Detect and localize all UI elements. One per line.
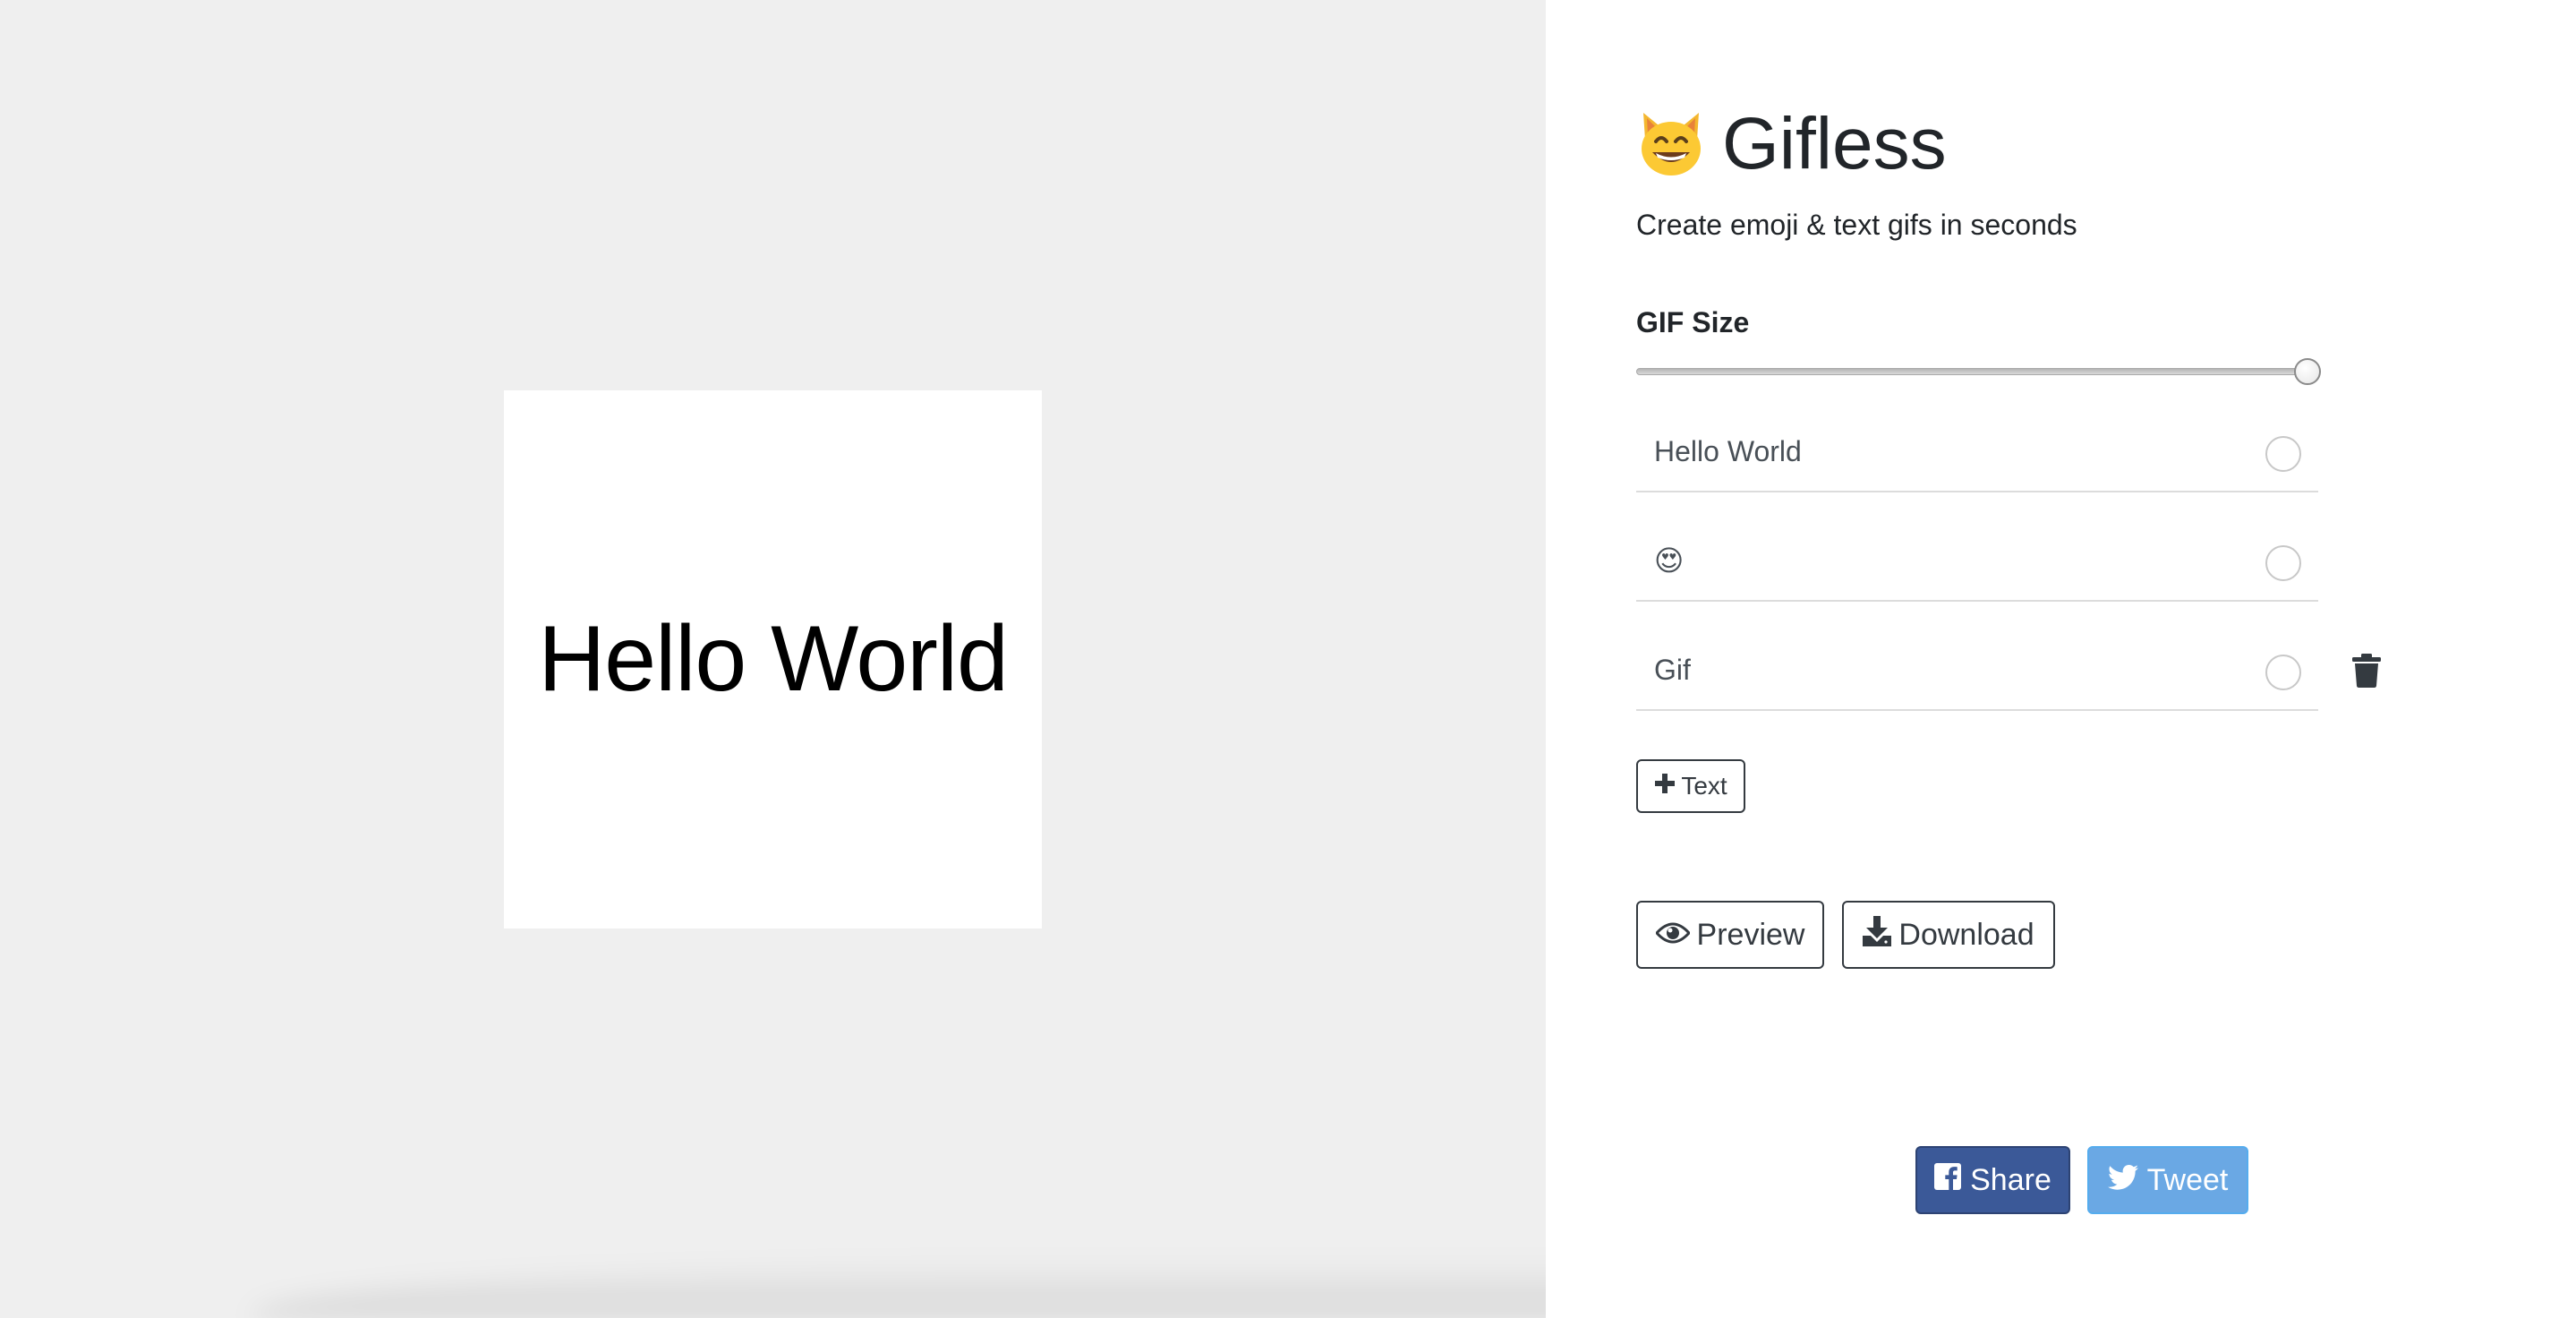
grinning-cat-icon: [1636, 109, 1706, 179]
layer-item[interactable]: 😍: [1636, 521, 2318, 602]
download-label: Download: [1898, 917, 2034, 952]
app-title-text: Gifless: [1722, 103, 1947, 184]
share-label: Share: [1970, 1162, 2051, 1197]
slider-track[interactable]: [1636, 368, 2321, 375]
layer-text[interactable]: Gif: [1654, 630, 1691, 709]
preview-label: Preview: [1696, 917, 1805, 952]
twitter-icon: [2107, 1163, 2138, 1198]
layer-item[interactable]: Gif: [1636, 630, 2318, 711]
tweet-label: Tweet: [2146, 1162, 2229, 1197]
plus-icon: [1654, 772, 1676, 800]
facebook-share-button[interactable]: Share: [1915, 1146, 2070, 1214]
download-button[interactable]: Download: [1842, 901, 2055, 969]
add-text-button[interactable]: Text: [1636, 759, 1745, 813]
app-subtitle: Create emoji & text gifs in seconds: [1636, 209, 2077, 241]
download-icon: [1863, 915, 1892, 954]
layer-item[interactable]: Hello World: [1636, 412, 2318, 492]
trash-icon[interactable]: [2352, 654, 2381, 688]
add-text-label: Text: [1681, 772, 1727, 800]
layer-select-radio[interactable]: [2265, 545, 2301, 581]
slider-thumb[interactable]: [2294, 358, 2321, 385]
layer-select-radio[interactable]: [2265, 655, 2301, 690]
layer-select-radio[interactable]: [2265, 436, 2301, 472]
preview-button[interactable]: Preview: [1636, 901, 1824, 969]
twitter-tweet-button[interactable]: Tweet: [2087, 1146, 2248, 1214]
gif-size-slider[interactable]: [1636, 358, 2321, 385]
app-title: Gifless: [1636, 107, 1947, 181]
layer-text[interactable]: Hello World: [1654, 412, 1802, 491]
preview-area: Hello World: [0, 0, 1546, 1318]
gif-canvas: Hello World: [504, 390, 1042, 929]
facebook-icon: [1934, 1162, 1962, 1198]
canvas-text: Hello World: [538, 607, 1009, 711]
layer-text[interactable]: 😍: [1654, 521, 1684, 600]
gif-size-label: GIF Size: [1636, 306, 1750, 338]
eye-icon: [1654, 918, 1691, 953]
